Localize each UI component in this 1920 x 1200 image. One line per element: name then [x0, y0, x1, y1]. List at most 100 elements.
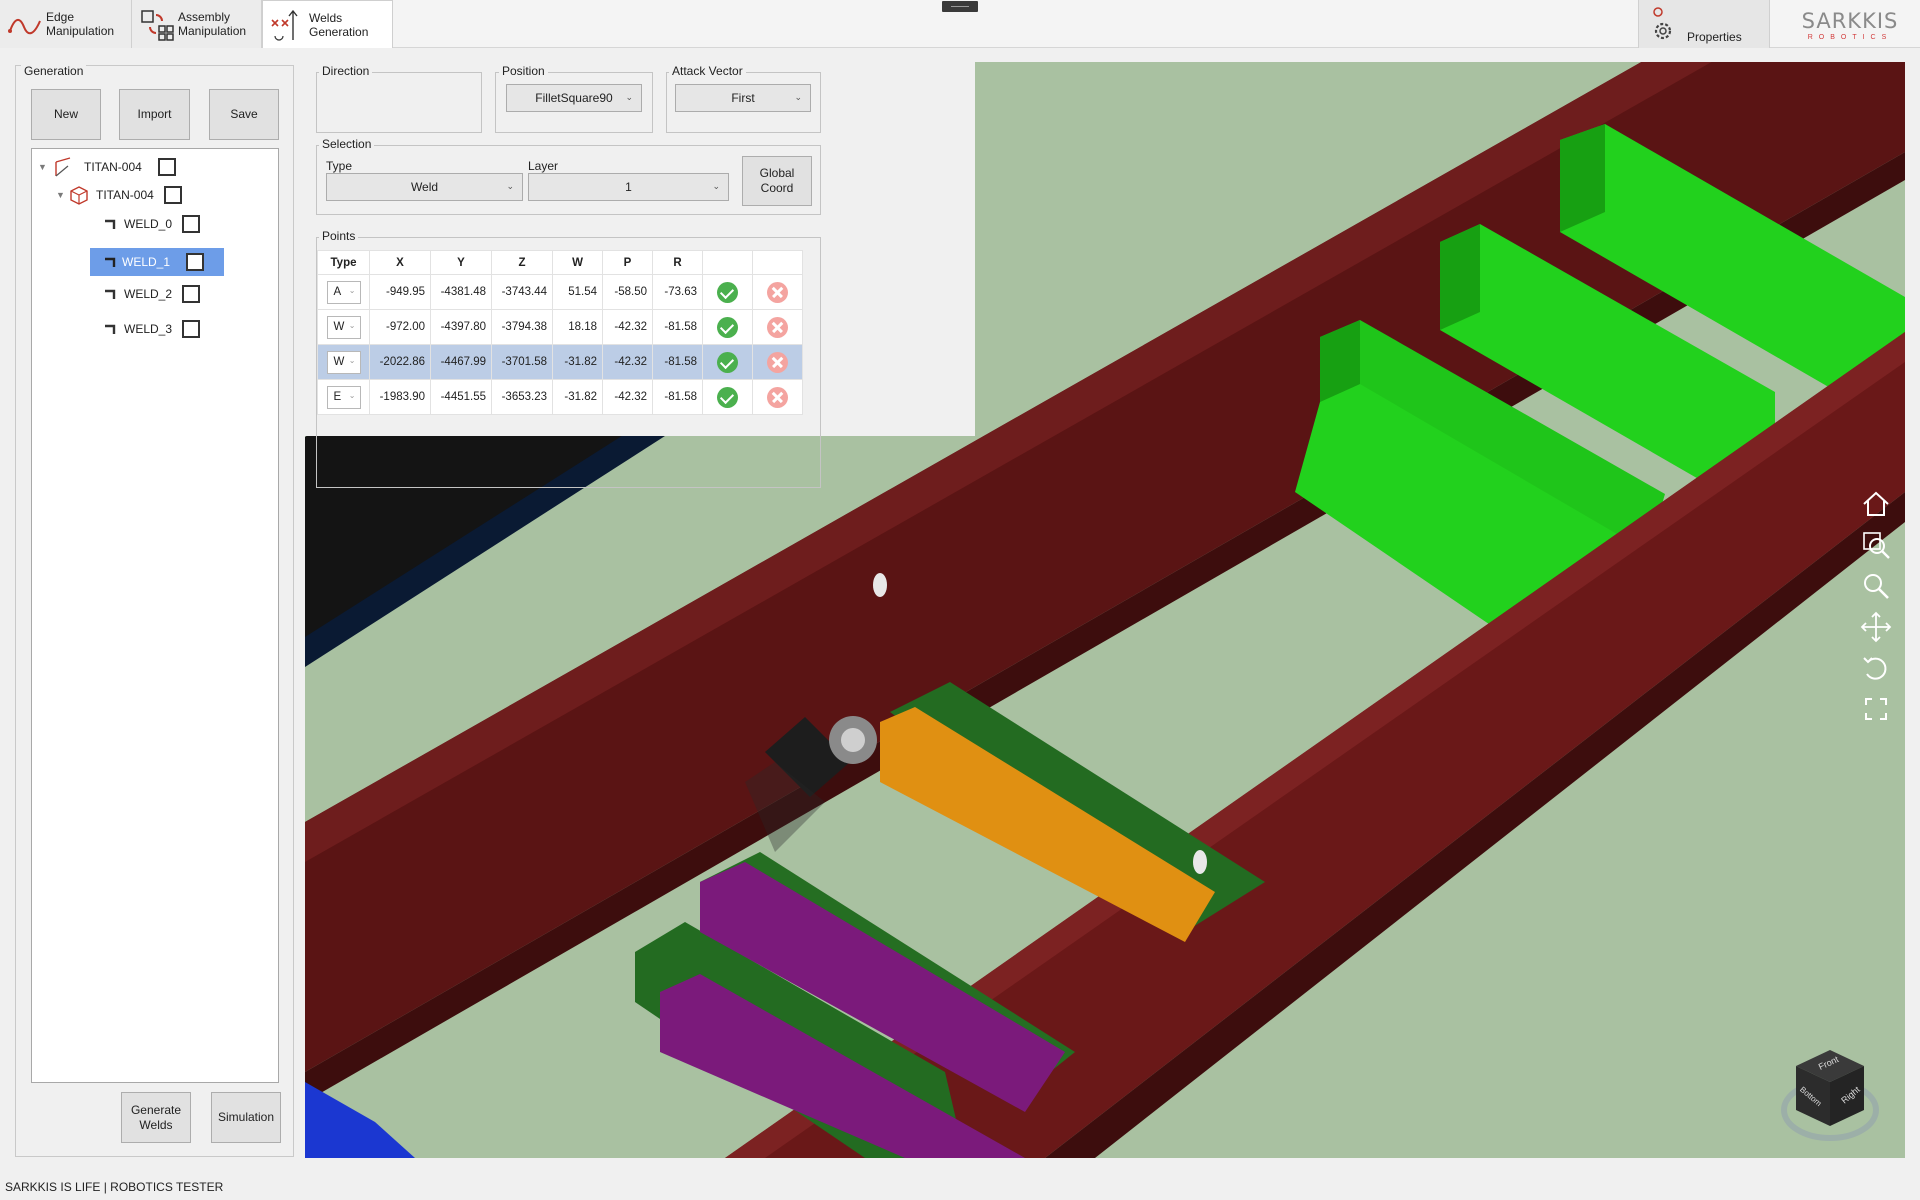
point-type-select[interactable]: W ⌄ — [326, 315, 361, 339]
type-select[interactable]: Weld ⌄ — [326, 173, 523, 201]
cell-y[interactable]: -4451.55 — [430, 379, 492, 415]
cell-p[interactable]: -58.50 — [602, 274, 653, 310]
layer-select[interactable]: 1 ⌄ — [528, 173, 729, 201]
delete-x-icon[interactable] — [767, 316, 788, 338]
cell-w[interactable]: 18.18 — [552, 309, 603, 345]
table-row[interactable]: E ⌄ -1983.90 -4451.55 -3653.23 -31.82 -42… — [317, 379, 803, 415]
tab-assembly-manipulation[interactable]: Assembly Manipulation — [132, 0, 262, 48]
weld-tree: ▼ TITAN-004 ▼ TITAN-004 WELD_0 WELD_1 WE… — [31, 148, 279, 1083]
chevron-down-icon: ⌄ — [348, 285, 356, 295]
global-coord-button[interactable]: Global Coord — [742, 156, 812, 206]
cell-y[interactable]: -4381.48 — [430, 274, 492, 310]
cell-z[interactable]: -3794.38 — [491, 309, 553, 345]
weld-corner-icon — [102, 283, 118, 305]
position-value: FilletSquare90 — [535, 91, 613, 105]
attack-vector-select[interactable]: First ⌄ — [675, 84, 811, 112]
assembly-icon — [138, 5, 176, 43]
view-cube[interactable]: Front Right Bottom — [1778, 1040, 1882, 1144]
chevron-down-icon[interactable]: ▼ — [56, 190, 68, 200]
cell-w[interactable]: 51.54 — [552, 274, 603, 310]
tree-item-weld-selected[interactable]: WELD_1 — [90, 248, 224, 276]
chevron-down-icon[interactable]: ▼ — [38, 162, 50, 172]
weld-corner-icon — [102, 213, 118, 235]
col-confirm — [702, 250, 753, 275]
cell-z[interactable]: -3701.58 — [491, 344, 553, 380]
properties-button[interactable]: Properties — [1638, 0, 1770, 48]
tree-item-weld[interactable]: WELD_3 — [102, 315, 201, 343]
cell-x[interactable]: -972.00 — [369, 309, 431, 345]
tree-item-label: WELD_0 — [124, 217, 173, 231]
cell-z[interactable]: -3653.23 — [491, 379, 553, 415]
confirm-check-icon[interactable] — [717, 386, 738, 408]
table-row[interactable]: W ⌄ -972.00 -4397.80 -3794.38 18.18 -42.3… — [317, 309, 803, 345]
cell-w[interactable]: -31.82 — [552, 344, 603, 380]
tree-item-assembly-root[interactable]: ▼ TITAN-004 — [38, 153, 176, 181]
chevron-down-icon: ⌄ — [348, 390, 356, 400]
position-select[interactable]: FilletSquare90 ⌄ — [506, 84, 642, 112]
save-button[interactable]: Save — [209, 89, 279, 140]
confirm-check-icon[interactable] — [717, 316, 738, 338]
tree-checkbox[interactable] — [182, 285, 201, 303]
tree-item-label: WELD_3 — [124, 322, 173, 336]
cell-r[interactable]: -73.63 — [652, 274, 703, 310]
weld-corner-icon — [102, 318, 118, 340]
chevron-down-icon: ⌄ — [348, 320, 356, 330]
home-view-icon[interactable] — [1858, 486, 1894, 524]
cell-r[interactable]: -81.58 — [652, 344, 703, 380]
delete-x-icon[interactable] — [767, 351, 788, 373]
layer-value: 1 — [625, 180, 632, 194]
delete-x-icon[interactable] — [767, 386, 788, 408]
tree-item-weld[interactable]: WELD_0 — [102, 210, 201, 238]
tree-checkbox[interactable] — [182, 320, 201, 338]
delete-x-icon[interactable] — [767, 281, 788, 303]
zoom-fit-icon[interactable] — [1858, 527, 1894, 565]
tab-label: Edge Manipulation — [46, 10, 115, 38]
point-type-select[interactable]: W ⌄ — [326, 350, 361, 374]
tree-checkbox[interactable] — [182, 215, 201, 233]
cell-w[interactable]: -31.82 — [552, 379, 603, 415]
simulation-button[interactable]: Simulation — [211, 1092, 281, 1143]
collapse-handle[interactable] — [942, 1, 978, 12]
gear-icon — [1649, 4, 1677, 42]
tree-item-weld[interactable]: WELD_2 — [102, 280, 201, 308]
cell-r[interactable]: -81.58 — [652, 379, 703, 415]
tree-checkbox[interactable] — [186, 253, 205, 271]
rotate-icon[interactable] — [1858, 650, 1894, 688]
cell-x[interactable]: -949.95 — [369, 274, 431, 310]
direction-group — [316, 72, 482, 133]
pan-icon[interactable] — [1858, 609, 1894, 647]
import-button[interactable]: Import — [119, 89, 190, 140]
cell-x[interactable]: -2022.86 — [369, 344, 431, 380]
cell-p[interactable]: -42.32 — [602, 344, 653, 380]
table-row[interactable]: W ⌄ -2022.86 -4467.99 -3701.58 -31.82 -42… — [317, 344, 803, 380]
cell-p[interactable]: -42.32 — [602, 379, 653, 415]
generation-title: Generation — [21, 64, 87, 78]
cell-r[interactable]: -81.58 — [652, 309, 703, 345]
tree-checkbox[interactable] — [157, 158, 176, 176]
properties-label: Properties — [1687, 30, 1742, 44]
cell-y[interactable]: -4397.80 — [430, 309, 492, 345]
fullscreen-icon[interactable] — [1858, 691, 1894, 729]
confirm-check-icon[interactable] — [717, 351, 738, 373]
tree-item-label: WELD_2 — [124, 287, 173, 301]
layer-label: Layer — [528, 159, 559, 173]
tree-item-selection[interactable]: WELD_1 — [90, 248, 224, 276]
tab-welds-generation[interactable]: Welds Generation — [262, 0, 393, 48]
point-type-select[interactable]: E ⌄ — [326, 385, 361, 409]
new-button[interactable]: New — [31, 89, 101, 140]
tree-item-part[interactable]: ▼ TITAN-004 — [56, 181, 182, 209]
cell-x[interactable]: -1983.90 — [369, 379, 431, 415]
table-row[interactable]: A ⌄ -949.95 -4381.48 -3743.44 51.54 -58.5… — [317, 274, 803, 310]
cell-z[interactable]: -3743.44 — [491, 274, 553, 310]
zoom-icon[interactable] — [1858, 568, 1894, 606]
tab-edge-manipulation[interactable]: Edge Manipulation — [0, 0, 132, 48]
weld-points-icon — [269, 6, 307, 44]
point-type-select[interactable]: A ⌄ — [326, 280, 361, 304]
cell-y[interactable]: -4467.99 — [430, 344, 492, 380]
edge-curve-icon — [6, 5, 44, 43]
generate-welds-button[interactable]: Generate Welds — [121, 1092, 191, 1143]
selection-title: Selection — [319, 137, 375, 151]
tree-checkbox[interactable] — [163, 186, 182, 204]
cell-p[interactable]: -42.32 — [602, 309, 653, 345]
confirm-check-icon[interactable] — [717, 281, 738, 303]
